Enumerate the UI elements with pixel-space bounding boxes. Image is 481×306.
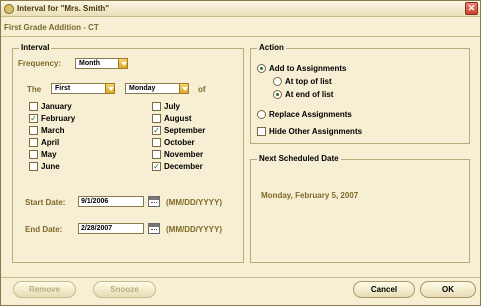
replace-assignments-label: Replace Assignments	[269, 110, 352, 119]
interval-dialog: Interval for "Mrs. Smith" ✕ First Grade …	[0, 0, 481, 306]
ordinal-value: First	[55, 85, 71, 92]
month-checkbox[interactable]	[152, 150, 161, 159]
interval-title: Interval	[19, 43, 52, 52]
month-checkbox[interactable]	[29, 150, 38, 159]
month-checkbox[interactable]	[29, 126, 38, 135]
month-checkbox[interactable]	[29, 162, 38, 171]
close-button[interactable]: ✕	[465, 2, 478, 15]
at-end-of-list-radio[interactable]	[273, 90, 282, 99]
action-section: Action Add to Assignments At top of list…	[250, 43, 470, 144]
header-divider	[1, 36, 480, 37]
month-label: March	[41, 126, 65, 135]
frequency-label: Frequency:	[18, 59, 62, 68]
of-label: of	[198, 85, 206, 94]
month-label: June	[41, 162, 60, 171]
the-label: The	[27, 85, 42, 94]
ok-button[interactable]: OK	[420, 281, 476, 298]
at-top-of-list-radio[interactable]	[273, 77, 282, 86]
month-checkbox[interactable]	[152, 114, 161, 123]
month-label: October	[164, 138, 195, 147]
action-title: Action	[257, 43, 286, 52]
month-label: November	[164, 150, 204, 159]
start-date-input[interactable]: 9/1/2006	[78, 196, 144, 207]
month-label: July	[164, 102, 181, 111]
end-date-format: (MM/DD/YYYY)	[166, 225, 222, 234]
month-checkbox[interactable]	[152, 102, 161, 111]
hide-other-assignments-checkbox[interactable]	[257, 127, 266, 136]
calendar-icon[interactable]	[148, 223, 160, 234]
frequency-value: Month	[79, 60, 100, 67]
next-scheduled-section: Next Scheduled Date Monday, February 5, …	[250, 154, 470, 263]
month-checkbox[interactable]	[152, 138, 161, 147]
month-checkbox[interactable]	[29, 102, 38, 111]
month-label: September	[164, 126, 206, 135]
interval-section: Interval Frequency: Month The First Mond…	[12, 43, 244, 263]
month-checkbox[interactable]: ✓	[152, 162, 161, 171]
month-checkbox[interactable]: ✓	[29, 114, 38, 123]
snooze-button[interactable]: Snooze	[93, 281, 156, 298]
chevron-down-icon[interactable]	[105, 83, 115, 94]
at-end-of-list-label: At end of list	[285, 90, 334, 99]
hide-other-assignments-label: Hide Other Assignments	[269, 127, 363, 136]
weekday-select[interactable]: Monday	[125, 83, 189, 94]
end-date-input[interactable]: 2/28/2007	[78, 223, 144, 234]
month-label: January	[41, 102, 72, 111]
month-label: May	[41, 150, 57, 159]
at-top-of-list-label: At top of list	[285, 77, 332, 86]
remove-button[interactable]: Remove	[13, 281, 76, 298]
dialog-subtitle: First Grade Addition - CT	[4, 23, 99, 32]
start-date-format: (MM/DD/YYYY)	[166, 198, 222, 207]
chevron-down-icon[interactable]	[179, 83, 189, 94]
start-date-label: Start Date:	[25, 198, 66, 207]
replace-assignments-radio[interactable]	[257, 110, 266, 119]
add-to-assignments-radio[interactable]	[257, 64, 266, 73]
end-date-label: End Date:	[25, 225, 63, 234]
footer-divider	[1, 277, 480, 278]
month-label: February	[41, 114, 76, 123]
title-bar[interactable]: Interval for "Mrs. Smith" ✕	[1, 1, 480, 17]
month-label: December	[164, 162, 203, 171]
frequency-select[interactable]: Month	[75, 58, 128, 69]
month-checkbox[interactable]	[29, 138, 38, 147]
next-scheduled-title: Next Scheduled Date	[257, 154, 341, 163]
chevron-down-icon[interactable]	[118, 58, 128, 69]
next-scheduled-date: Monday, February 5, 2007	[261, 191, 359, 200]
weekday-value: Monday	[129, 85, 156, 92]
month-checkbox[interactable]: ✓	[152, 126, 161, 135]
add-to-assignments-label: Add to Assignments	[269, 64, 347, 73]
app-icon	[4, 4, 14, 14]
ordinal-select[interactable]: First	[51, 83, 115, 94]
month-label: April	[41, 138, 60, 147]
month-label: August	[164, 114, 192, 123]
window-title: Interval for "Mrs. Smith"	[17, 4, 110, 13]
calendar-icon[interactable]	[148, 196, 160, 207]
cancel-button[interactable]: Cancel	[353, 281, 415, 298]
